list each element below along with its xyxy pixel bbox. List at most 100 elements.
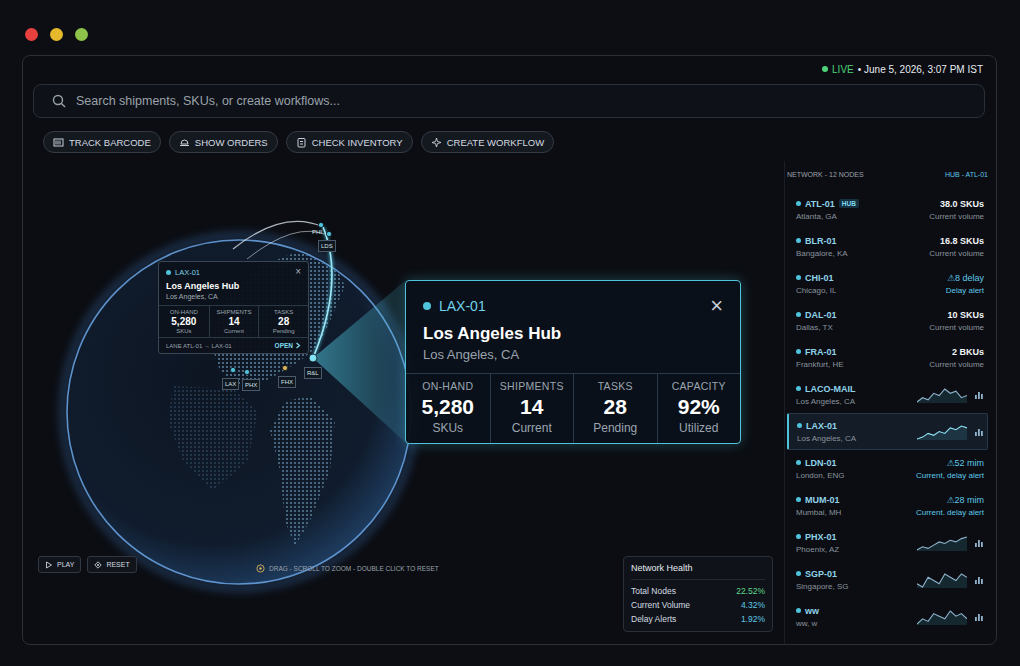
node-status-dot-icon	[796, 349, 801, 354]
play-button[interactable]: PLAY	[38, 556, 81, 573]
stat-value: 28	[574, 395, 657, 419]
status-dot-icon	[423, 302, 431, 310]
pin-dot[interactable]	[318, 222, 323, 227]
window-zoom-button[interactable]	[75, 28, 88, 41]
node-location: Chicago, IL	[796, 286, 836, 295]
node-location: Los Angeles, CA	[797, 434, 856, 443]
action-chip[interactable]: SHOW ORDERS	[169, 131, 278, 153]
sparkline-area	[917, 389, 967, 403]
playback-label: PLAY	[57, 561, 74, 568]
window-minimize-button[interactable]	[50, 28, 63, 41]
pin-dot[interactable]	[326, 231, 331, 236]
bar-chart-icon[interactable]	[974, 575, 984, 585]
globe[interactable]	[67, 240, 411, 584]
pin-dot[interactable]	[244, 369, 249, 374]
sparkline-line	[917, 537, 967, 550]
pin-label[interactable]: LAX	[222, 378, 239, 390]
status-dot-icon	[166, 270, 171, 275]
search-field[interactable]: Search shipments, SKUs, or create workfl…	[33, 84, 985, 118]
node-location: Bangalore, KA	[796, 249, 848, 258]
stat-label: TASKS	[259, 309, 308, 315]
node-caption: Current volume	[929, 323, 984, 332]
window-close-button[interactable]	[25, 28, 38, 41]
detail-close-button[interactable]: ×	[710, 295, 723, 317]
lane-route: ATL-01 → LAX-01	[183, 343, 232, 349]
node-row[interactable]: ATL-01 HUB Atlanta, GA 38.0 SKUs Current…	[787, 191, 988, 228]
health-row: Total Nodes 22.52%	[631, 584, 765, 598]
action-label: CHECK INVENTORY	[312, 137, 403, 148]
bar-chart-icon[interactable]	[974, 538, 984, 548]
stat-unit: SKUs	[406, 421, 490, 435]
node-row[interactable]: SGP-01 Singapore, SG	[787, 561, 988, 598]
node-info: LAX-01 Los Angeles, CA	[797, 421, 856, 443]
stat-value: 28	[259, 316, 308, 327]
node-info: PHX-01 Phoenix, AZ	[796, 532, 839, 554]
node-row[interactable]: DAL-01 Dallas, TX 10 SKUs Current volume	[787, 302, 988, 339]
node-row[interactable]: LACO-MAIL Los Angeles, CA	[787, 376, 988, 413]
warning-icon: ⚠	[946, 458, 954, 468]
node-row[interactable]: FRA-01 Frankfurt, HE 2 BKUs Current volu…	[787, 339, 988, 376]
bar-chart-icon[interactable]	[974, 390, 984, 400]
chevron-right-icon	[295, 342, 301, 349]
node-status-dot-icon	[796, 238, 801, 243]
detail-stat: ON-HAND 5,280 SKUs	[406, 374, 490, 443]
pin-dot[interactable]	[230, 367, 235, 372]
node-status-dot-icon	[797, 423, 802, 428]
globe-canvas[interactable]: PHILDSLAXPHXFHXR&L LAX-01 × Los Angeles …	[33, 161, 784, 644]
drag-icon	[256, 564, 265, 573]
node-metric: 38.0 SKUs Current volume	[929, 199, 984, 221]
node-row[interactable]: LDN-01 London, ENG ⚠52 mim Current, dela…	[787, 450, 988, 487]
network-sidebar: NETWORK - 12 NODES HUB - ATL-01 ATL-01 H…	[784, 161, 990, 644]
node-status-dot-icon	[796, 386, 801, 391]
sparkline-line	[917, 426, 967, 439]
node-info: ATL-01 HUB Atlanta, GA	[796, 199, 859, 221]
node-status-dot-icon	[796, 312, 801, 317]
action-chip[interactable]: CREATE WORKFLOW	[421, 131, 554, 153]
status-line: LIVE • June 5, 2026, 3:07 PM IST	[33, 56, 985, 82]
globe-halo	[63, 236, 415, 588]
pin-label[interactable]: PHX	[242, 379, 260, 391]
action-chip[interactable]: TRACK BARCODE	[43, 131, 161, 153]
pin-dot[interactable]	[309, 354, 317, 362]
node-metric: 2 BKUs Current volume	[929, 347, 984, 369]
node-row[interactable]: PHX-01 Phoenix, AZ	[787, 524, 988, 561]
node-row[interactable]: ww ww, w	[787, 598, 988, 635]
node-row[interactable]: MUM-01 Mumbai, MH ⚠28 mim Current. delay…	[787, 487, 988, 524]
pin-label[interactable]: FHX	[278, 376, 296, 388]
reset-icon	[94, 561, 102, 569]
sidebar-title: NETWORK - 12 NODES	[787, 171, 864, 187]
pin-label[interactable]: R&L	[304, 367, 322, 379]
mini-card-stats: ON-HAND 5,280 SKUsSHIPMENTS 14 CurrentTA…	[159, 305, 308, 338]
node-row[interactable]: CHI-01 Chicago, IL ⚠8 delay Delay alert	[787, 265, 988, 302]
pin-dot[interactable]	[282, 365, 287, 370]
node-code: PHX-01	[796, 532, 839, 542]
sparkline-area	[917, 611, 967, 625]
node-code: ATL-01 HUB	[796, 199, 859, 209]
sparkline-chart	[917, 387, 967, 403]
node-location: Singapore, SG	[796, 582, 848, 591]
node-metric: 10 SKUs Current volume	[929, 310, 984, 332]
node-row[interactable]: BLR-01 Bangalore, KA 16.8 SKUs Current v…	[787, 228, 988, 265]
node-location: Atlanta, GA	[796, 212, 859, 221]
reset-button[interactable]: RESET	[87, 556, 136, 573]
live-dot-icon	[822, 66, 828, 72]
pin-label[interactable]: LDS	[318, 240, 336, 252]
map-hint: DRAG - SCROLL TO ZOOM - DOUBLE CLICK TO …	[256, 564, 439, 573]
node-value: 10 SKUs	[929, 310, 984, 320]
mini-close-button[interactable]: ×	[295, 267, 301, 277]
action-chip[interactable]: CHECK INVENTORY	[286, 131, 413, 153]
bar-chart-icon[interactable]	[974, 427, 984, 437]
open-button[interactable]: OPEN	[275, 342, 301, 349]
bar-chart-icon[interactable]	[974, 612, 984, 622]
mini-card-subtitle: Los Angeles, CA	[166, 293, 301, 300]
health-value: 22.52%	[736, 586, 765, 596]
warning-icon: ⚠	[946, 495, 954, 505]
stat-label: ON-HAND	[406, 380, 490, 392]
node-info: SGP-01 Singapore, SG	[796, 569, 848, 591]
node-caption: Current volume	[929, 212, 984, 221]
node-metric: ⚠28 mim Current. delay alert	[916, 495, 984, 517]
pin-label[interactable]: PHI	[310, 228, 324, 236]
stat-unit: Current	[210, 328, 259, 334]
node-row[interactable]: LAX-01 Los Angeles, CA	[787, 413, 988, 450]
stat-unit: Utilized	[658, 421, 741, 435]
